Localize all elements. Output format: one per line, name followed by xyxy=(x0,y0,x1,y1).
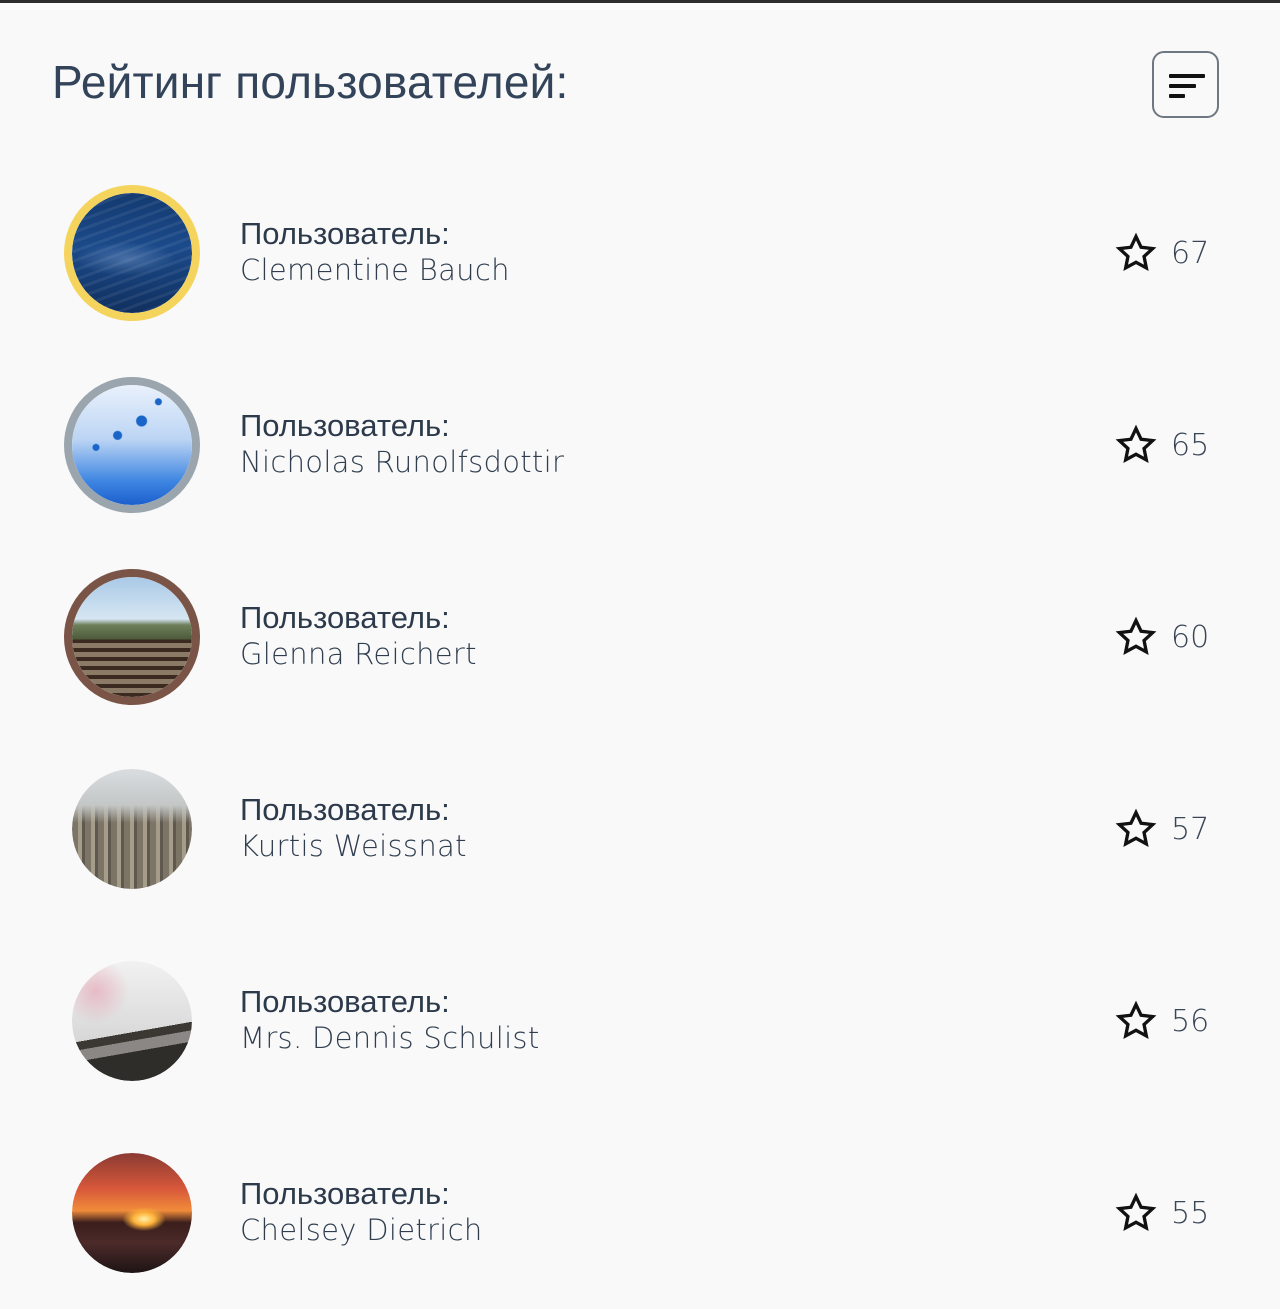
rating-value: 57 xyxy=(1171,811,1210,847)
avatar-image-sunset xyxy=(72,1153,192,1273)
rating-value: 55 xyxy=(1171,1195,1210,1231)
user-rating-list: Пользователь: Clementine Bauch 67 Пользо… xyxy=(0,157,1280,1309)
list-item[interactable]: Пользователь: Nicholas Runolfsdottir 65 xyxy=(0,349,1280,541)
user-info: Пользователь: Clementine Bauch xyxy=(240,216,510,288)
user-name: Mrs. Dennis Schulist xyxy=(240,1021,540,1055)
sort-lines-icon xyxy=(1169,74,1205,98)
user-info: Пользователь: Chelsey Dietrich xyxy=(240,1176,483,1248)
user-label: Пользователь: xyxy=(240,216,450,251)
star-outline-icon xyxy=(1115,808,1157,848)
header: Рейтинг пользователей: xyxy=(0,3,1280,153)
avatar-image-turntable xyxy=(72,961,192,1081)
page-title: Рейтинг пользователей: xyxy=(52,56,569,108)
user-label: Пользователь: xyxy=(240,984,450,1019)
rating: 65 xyxy=(1115,424,1210,465)
list-item[interactable]: Пользователь: Chelsey Dietrich 55 xyxy=(0,1117,1280,1309)
star-outline-icon xyxy=(1115,616,1157,656)
user-label: Пользователь: xyxy=(240,408,450,443)
list-item[interactable]: Пользователь: Kurtis Weissnat 57 xyxy=(0,733,1280,925)
rating-value: 60 xyxy=(1171,619,1210,655)
user-name: Glenna Reichert xyxy=(240,637,477,671)
user-name: Chelsey Dietrich xyxy=(240,1213,483,1247)
rating: 67 xyxy=(1115,232,1210,273)
user-name: Clementine Bauch xyxy=(240,253,510,287)
rating: 57 xyxy=(1115,808,1210,849)
rating-value: 65 xyxy=(1171,427,1210,463)
avatar xyxy=(64,185,200,321)
list-item[interactable]: Пользователь: Mrs. Dennis Schulist 56 xyxy=(0,925,1280,1117)
rating: 60 xyxy=(1115,616,1210,657)
user-info: Пользователь: Mrs. Dennis Schulist xyxy=(240,984,540,1056)
user-label: Пользователь: xyxy=(240,600,450,635)
rating-value: 56 xyxy=(1171,1003,1210,1039)
avatar xyxy=(72,769,192,889)
avatar-image-city xyxy=(72,769,192,889)
avatar xyxy=(64,569,200,705)
avatar-image-jellyfish xyxy=(72,385,192,505)
star-outline-icon xyxy=(1115,1000,1157,1040)
avatar-image-railway xyxy=(72,577,192,697)
user-name: Nicholas Runolfsdottir xyxy=(240,445,565,479)
star-outline-icon xyxy=(1115,1192,1157,1232)
rating-value: 67 xyxy=(1171,235,1210,271)
user-name: Kurtis Weissnat xyxy=(240,829,467,863)
rating: 55 xyxy=(1115,1192,1210,1233)
list-item[interactable]: Пользователь: Glenna Reichert 60 xyxy=(0,541,1280,733)
sort-button[interactable] xyxy=(1152,51,1219,118)
rating: 56 xyxy=(1115,1000,1210,1041)
user-info: Пользователь: Nicholas Runolfsdottir xyxy=(240,408,564,480)
star-outline-icon xyxy=(1115,424,1157,464)
user-label: Пользователь: xyxy=(240,1176,450,1211)
avatar-image-sea xyxy=(72,193,192,313)
avatar xyxy=(72,961,192,1081)
star-outline-icon xyxy=(1115,232,1157,272)
avatar xyxy=(72,1153,192,1273)
user-label: Пользователь: xyxy=(240,792,450,827)
avatar xyxy=(64,377,200,513)
user-info: Пользователь: Glenna Reichert xyxy=(240,600,477,672)
list-item[interactable]: Пользователь: Clementine Bauch 67 xyxy=(0,157,1280,349)
user-info: Пользователь: Kurtis Weissnat xyxy=(240,792,467,864)
